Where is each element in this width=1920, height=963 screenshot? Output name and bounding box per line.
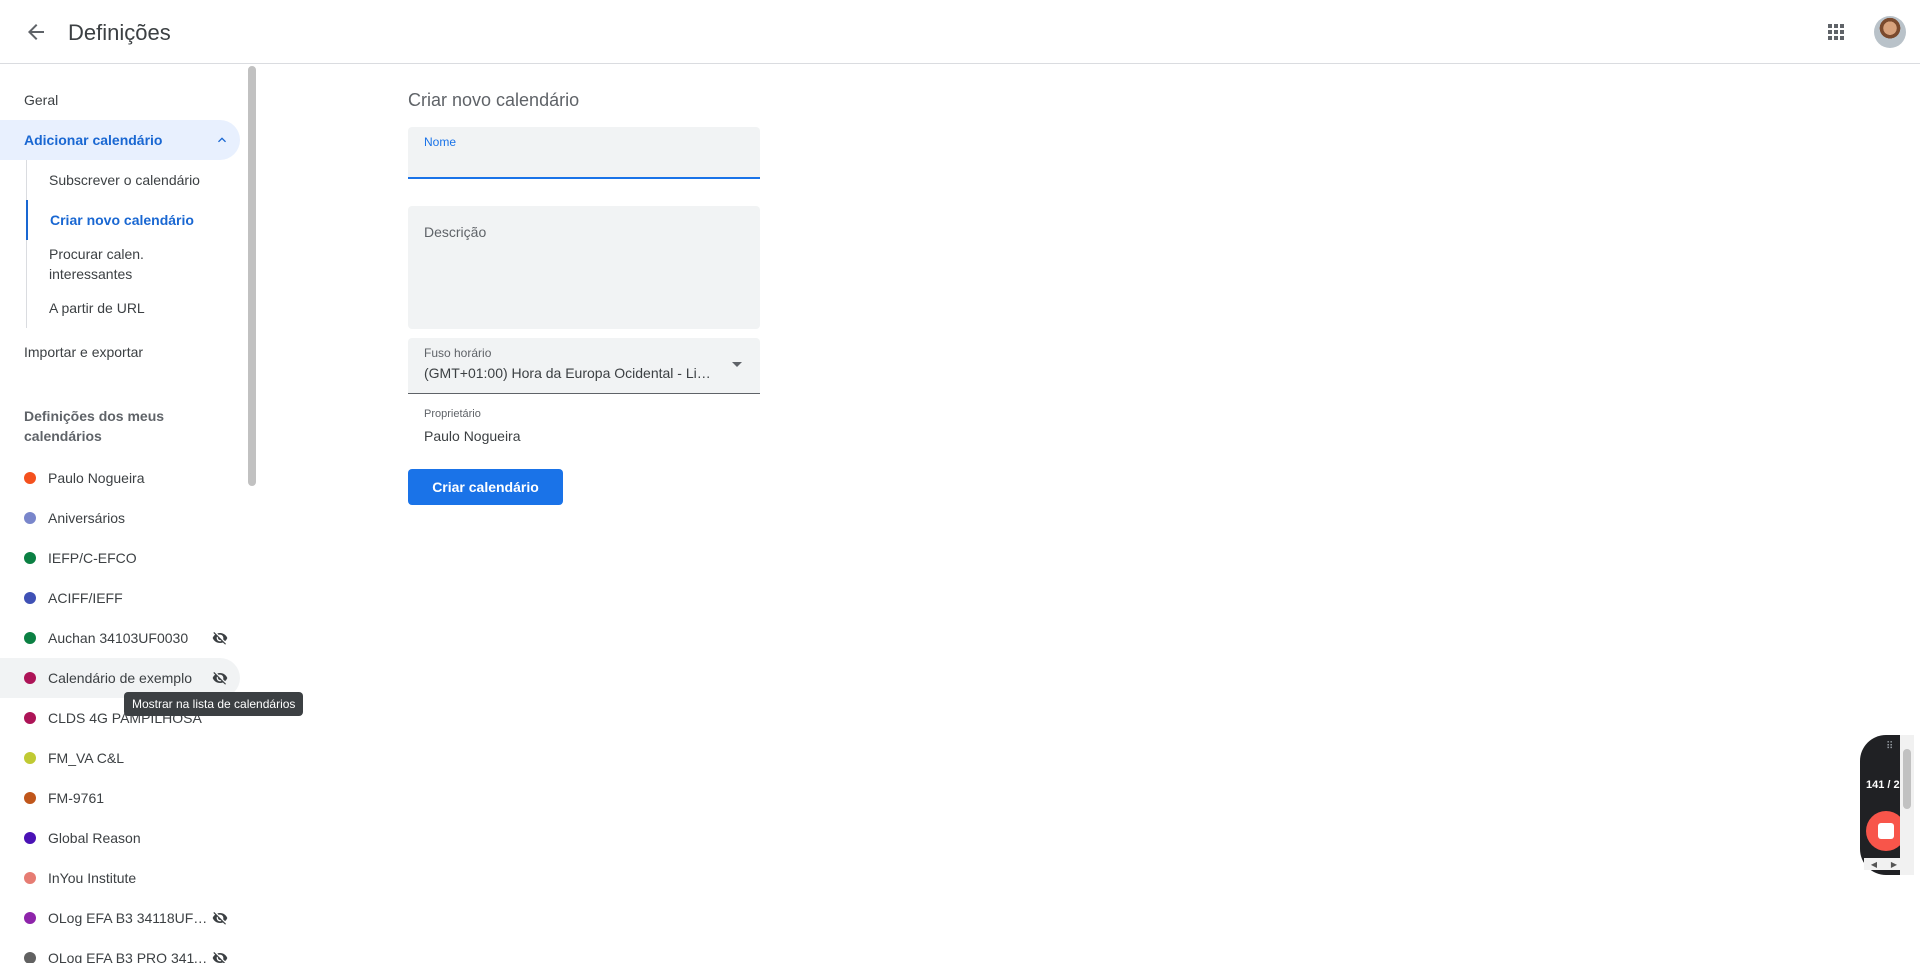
calendar-list-item[interactable]: Global Reason [0,818,240,858]
calendar-name: Global Reason [48,830,141,846]
settings-sidebar: Geral Adicionar calendário Subscrever o … [0,64,256,963]
calendar-color-dot [24,712,36,724]
sidebar-subitem-browse[interactable]: Procurar calen. interessantes [26,240,240,288]
description-field[interactable]: Descrição [408,206,760,329]
timezone-label: Fuso horário [424,346,492,360]
calendar-name: Calendário de exemplo [48,670,192,686]
calendar-color-dot [24,832,36,844]
sidebar-subitem-subscribe[interactable]: Subscrever o calendário [26,160,240,200]
page-title: Definições [68,20,171,45]
calendar-color-dot [24,752,36,764]
sidebar-item-import-export[interactable]: Importar e exportar [0,332,240,372]
owner-value: Paulo Nogueira [424,428,521,444]
visibility-off-icon[interactable] [212,670,228,686]
calendar-color-dot [24,512,36,524]
calendar-color-dot [24,592,36,604]
stop-icon [1878,823,1894,839]
calendar-color-dot [24,792,36,804]
sidebar-subitem-create-new[interactable]: Criar novo calendário [26,200,240,240]
name-field[interactable]: Nome [408,127,760,179]
scroll-right-icon[interactable]: ▶ [1891,860,1897,869]
calendar-list-item[interactable]: Auchan 34103UF0030 [0,618,240,658]
calendar-list-item[interactable]: Paulo Nogueira [0,458,240,498]
calendar-color-dot [24,952,36,963]
calendar-color-dot [24,552,36,564]
calendar-list-item[interactable]: Aniversários [0,498,240,538]
apps-grid-icon [1828,24,1844,40]
dropdown-arrow-icon [732,362,742,367]
calendar-name: Auchan 34103UF0030 [48,630,189,646]
visibility-off-icon[interactable] [212,910,228,926]
calendar-name: OLog EFA B3 PRO 3411… [48,950,208,963]
calendar-name: OLog EFA B3 34118UF… [48,910,208,926]
account-avatar[interactable] [1874,16,1906,48]
visibility-off-icon[interactable] [212,630,228,646]
calendar-list-item[interactable]: FM_VA C&L [0,738,240,778]
calendar-color-dot [24,472,36,484]
calendar-color-dot [24,672,36,684]
widget-scrollbar[interactable] [1900,735,1914,875]
calendar-list-item[interactable]: OLog EFA B3 PRO 3411… [0,938,240,963]
calendar-list-item[interactable]: InYou Institute [0,858,240,898]
calendar-name: Paulo Nogueira [48,470,145,486]
tooltip: Mostrar na lista de calendários [124,692,304,716]
owner-label: Proprietário [424,408,481,420]
calendar-list-item[interactable]: IEFP/C-EFCO [0,538,240,578]
scroll-left-icon[interactable]: ◀ [1871,860,1877,869]
visibility-off-icon[interactable] [212,950,228,963]
create-calendar-button[interactable]: Criar calendário [408,469,563,505]
widget-counter: 141 / 2 [1866,779,1900,791]
sidebar-item-label: Adicionar calendário [24,132,163,148]
calendar-list-item[interactable]: OLog EFA B3 34118UF… [0,898,240,938]
sidebar-scrollbar[interactable] [248,66,256,486]
sidebar-item-general[interactable]: Geral [0,80,240,120]
drag-handle-icon[interactable]: ⠿ [1886,741,1894,752]
calendar-list-item[interactable]: FM-9761 [0,778,240,818]
calendar-name: InYou Institute [48,870,137,886]
calendar-color-dot [24,912,36,924]
calendar-color-dot [24,872,36,884]
arrow-back-icon [28,24,44,40]
timezone-value: (GMT+01:00) Hora da Europa Ocidental - L… [424,365,714,381]
sidebar-subitem-from-url[interactable]: A partir de URL [26,288,240,328]
widget-horizontal-scroll[interactable]: ◀ ▶ [1864,858,1904,870]
calendar-name: ACIFF/IEFF [48,590,123,606]
form-title: Criar novo calendário [408,90,580,110]
back-button[interactable] [12,8,60,56]
calendar-name: Aniversários [48,510,126,526]
calendar-color-dot [24,632,36,644]
calendar-name: FM-9761 [48,790,105,806]
calendar-name: IEFP/C-EFCO [48,550,137,566]
my-calendars-heading: Definições dos meus calendários [24,408,165,444]
calendar-name: FM_VA C&L [48,750,124,766]
description-label: Descrição [424,224,487,240]
timezone-select[interactable]: Fuso horário (GMT+01:00) Hora da Europa … [408,338,760,394]
sidebar-item-add-calendar[interactable]: Adicionar calendário [0,120,240,160]
chevron-up-icon [218,137,226,143]
top-bar: Definições [0,0,1920,64]
calendar-list-item[interactable]: ACIFF/IEFF [0,578,240,618]
name-label: Nome [424,135,457,149]
google-apps-button[interactable] [1812,8,1860,56]
